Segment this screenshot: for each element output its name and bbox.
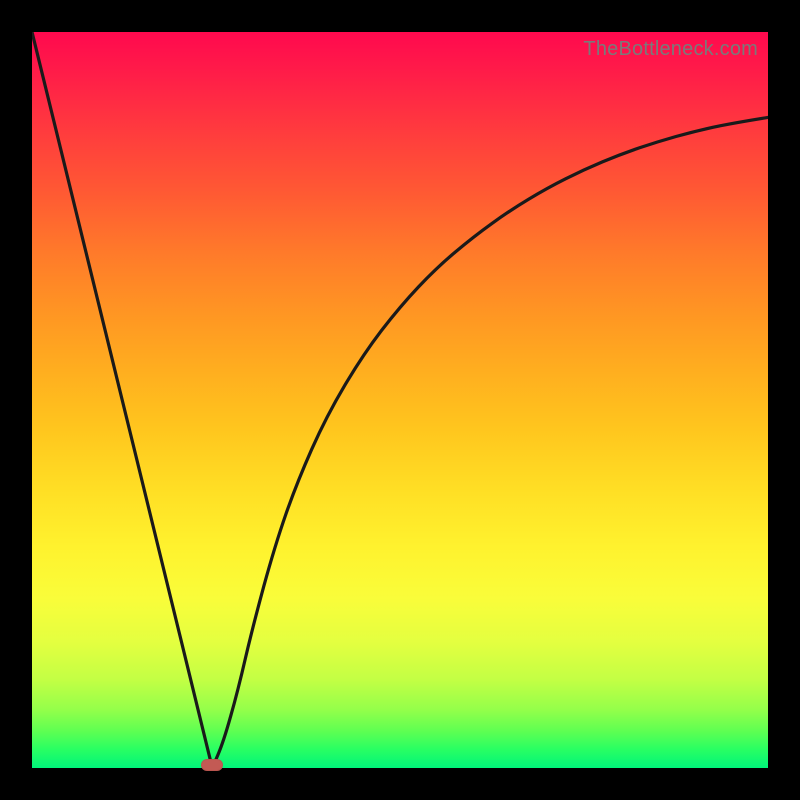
optimum-marker xyxy=(201,759,223,771)
chart-frame: TheBottleneck.com xyxy=(0,0,800,800)
plot-area: TheBottleneck.com xyxy=(32,32,768,768)
curve-path xyxy=(32,32,768,768)
bottleneck-curve xyxy=(32,32,768,768)
